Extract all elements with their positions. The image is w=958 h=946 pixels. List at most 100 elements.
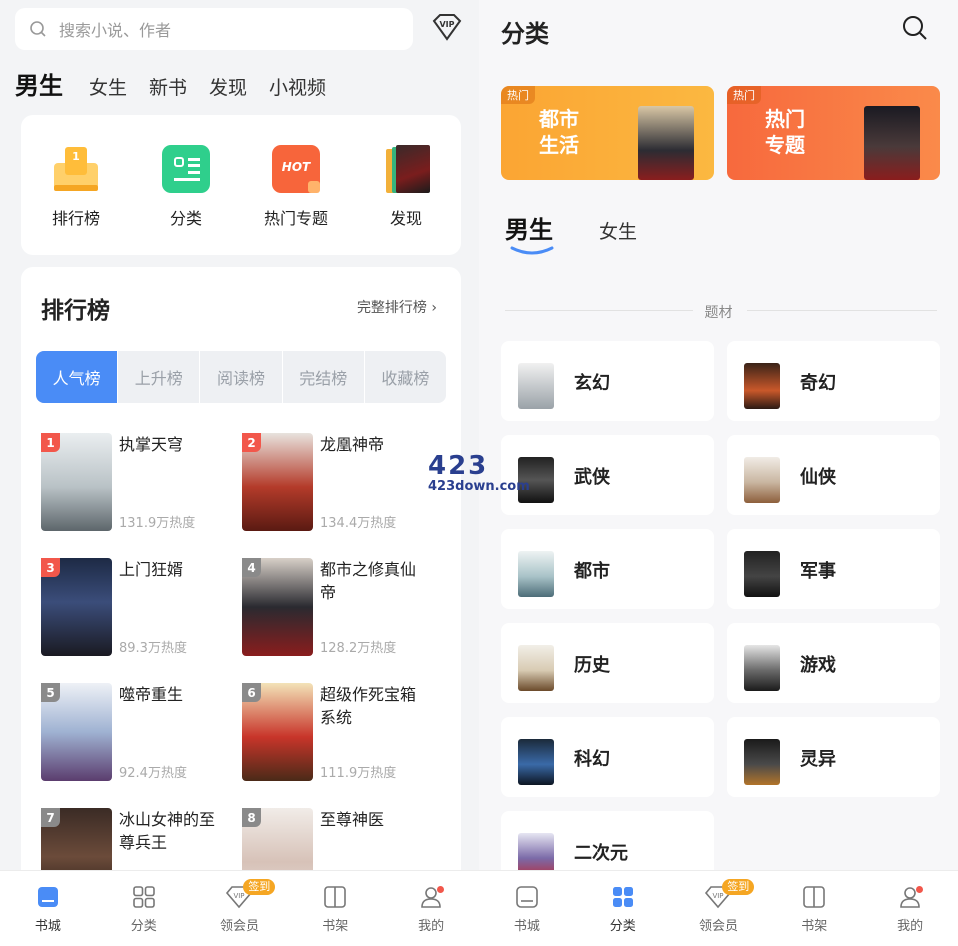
rank-badge: 6 — [242, 683, 261, 702]
segment-favorites[interactable]: 收藏榜 — [365, 351, 446, 403]
category-item[interactable]: 奇幻 — [727, 341, 940, 421]
hot-tag: 热门 — [501, 86, 535, 104]
book-item[interactable]: 2 龙凰神帝 134.4万热度 — [242, 433, 442, 543]
entry-discover[interactable]: 发现 — [356, 115, 456, 229]
banner-cover — [864, 106, 920, 180]
nav-bookstore[interactable]: 书城 — [479, 871, 575, 946]
svg-text:VIP: VIP — [234, 892, 245, 900]
nav-category[interactable]: 分类 — [575, 871, 671, 946]
book-heat: 134.4万热度 — [320, 516, 397, 531]
entry-hot-topic[interactable]: HOT 热门专题 — [246, 115, 346, 229]
category-item[interactable]: 军事 — [727, 529, 940, 609]
tab-female[interactable]: 女生 — [599, 217, 637, 244]
channel-tabs: 男生 女生 新书 发现 小视频 — [15, 66, 348, 101]
category-screen: 分类 热门 都市生活 热门 热门专题 男生 女生 题材 玄幻 奇幻 武侠 仙侠 … — [479, 0, 958, 946]
book-title: 都市之修真仙帝 — [320, 560, 417, 602]
book-title: 至尊神医 — [320, 810, 385, 829]
entry-ranking-label: 排行榜 — [51, 209, 100, 228]
segment-popular[interactable]: 人气榜 — [36, 351, 119, 403]
gender-tabs: 男生 女生 — [505, 210, 683, 245]
rank-badge: 7 — [41, 808, 60, 827]
notification-dot — [436, 886, 444, 893]
book-heat: 131.9万热度 — [119, 516, 196, 531]
nav-profile[interactable]: 我的 — [862, 871, 958, 946]
segment-reading[interactable]: 阅读榜 — [200, 351, 283, 403]
rank-badge: 4 — [242, 558, 261, 577]
hot-topic-icon: HOT — [272, 145, 320, 193]
category-cover — [518, 551, 554, 597]
category-icon — [162, 145, 210, 193]
entry-ranking[interactable]: 1 排行榜 — [26, 115, 126, 229]
tab-short-video[interactable]: 小视频 — [269, 73, 326, 100]
discover-books-icon — [382, 145, 430, 193]
nav-vip[interactable]: VIP 领会员 签到 — [192, 871, 288, 946]
category-cover — [518, 739, 554, 785]
book-heat: 89.3万热度 — [119, 641, 187, 656]
nav-bookstore[interactable]: 书城 — [0, 871, 96, 946]
category-cover — [744, 363, 780, 409]
nav-bookshelf[interactable]: 书架 — [766, 871, 862, 946]
category-item[interactable]: 灵异 — [727, 717, 940, 797]
chevron-right-icon: › — [431, 300, 437, 316]
page-title: 分类 — [501, 20, 549, 48]
category-cover — [744, 551, 780, 597]
vip-icon[interactable]: VIP — [430, 12, 464, 46]
nav-profile[interactable]: 我的 — [383, 871, 479, 946]
book-item[interactable]: 4 都市之修真仙帝 128.2万热度 — [242, 558, 442, 668]
banner-urban-life[interactable]: 热门 都市生活 — [501, 86, 714, 180]
rank-badge: 1 — [41, 433, 60, 452]
category-cover — [744, 645, 780, 691]
entry-category[interactable]: 分类 — [136, 115, 236, 229]
category-item[interactable]: 武侠 — [501, 435, 714, 515]
full-ranking-link[interactable]: 完整排行榜 › — [357, 297, 437, 317]
banner-hot-topics[interactable]: 热门 热门专题 — [727, 86, 940, 180]
nav-bookshelf[interactable]: 书架 — [287, 871, 383, 946]
ranking-icon: 1 — [52, 145, 100, 193]
segment-completed[interactable]: 完结榜 — [283, 351, 365, 403]
tab-discover[interactable]: 发现 — [209, 73, 247, 100]
segment-rising[interactable]: 上升榜 — [118, 351, 201, 403]
nav-category[interactable]: 分类 — [96, 871, 192, 946]
search-icon[interactable] — [902, 15, 928, 45]
book-title: 执掌天穹 — [119, 435, 184, 454]
bottom-nav: 书城 分类 VIP 领会员 签到 书架 我的 — [479, 870, 958, 946]
section-label: 题材 — [704, 305, 733, 321]
category-item[interactable]: 都市 — [501, 529, 714, 609]
book-item[interactable]: 1 执掌天穹 131.9万热度 — [41, 433, 241, 543]
category-cover — [744, 739, 780, 785]
category-icon — [612, 887, 633, 907]
category-item[interactable]: 科幻 — [501, 717, 714, 797]
notification-dot — [915, 886, 923, 893]
tab-new-books[interactable]: 新书 — [149, 73, 187, 100]
banner-title: 热门专题 — [765, 107, 805, 157]
tab-male[interactable]: 男生 — [505, 210, 553, 245]
rank-badge: 2 — [242, 433, 261, 452]
watermark: 423 423down.com — [428, 451, 530, 494]
rank-badge: 8 — [242, 808, 261, 827]
category-item[interactable]: 游戏 — [727, 623, 940, 703]
nav-vip[interactable]: VIP 领会员 签到 — [671, 871, 767, 946]
search-bar[interactable]: 搜索小说、作者 — [15, 8, 413, 50]
bookshelf-icon — [803, 886, 826, 908]
book-item[interactable]: 5 噬帝重生 92.4万热度 — [41, 683, 241, 793]
tab-female[interactable]: 女生 — [89, 73, 127, 100]
book-item[interactable]: 3 上门狂婿 89.3万热度 — [41, 558, 241, 668]
category-item[interactable]: 仙侠 — [727, 435, 940, 515]
rank-badge: 5 — [41, 683, 60, 702]
quick-entries: 1 排行榜 分类 HOT 热门专题 发现 — [21, 115, 461, 255]
book-heat: 128.2万热度 — [320, 641, 397, 656]
book-heat: 111.9万热度 — [320, 766, 397, 781]
book-item[interactable]: 6 超级作死宝箱系统 111.9万热度 — [242, 683, 442, 793]
book-title: 超级作死宝箱系统 — [320, 685, 417, 727]
category-cover — [518, 645, 554, 691]
entry-category-label: 分类 — [169, 209, 202, 228]
category-item[interactable]: 玄幻 — [501, 341, 714, 421]
checkin-badge: 签到 — [722, 879, 755, 895]
ranking-title: 排行榜 — [41, 298, 110, 324]
banner-cover — [638, 106, 694, 180]
svg-text:VIP: VIP — [713, 892, 724, 900]
category-cover — [518, 363, 554, 409]
tab-male[interactable]: 男生 — [15, 66, 63, 101]
svg-text:VIP: VIP — [439, 20, 454, 29]
category-item[interactable]: 历史 — [501, 623, 714, 703]
